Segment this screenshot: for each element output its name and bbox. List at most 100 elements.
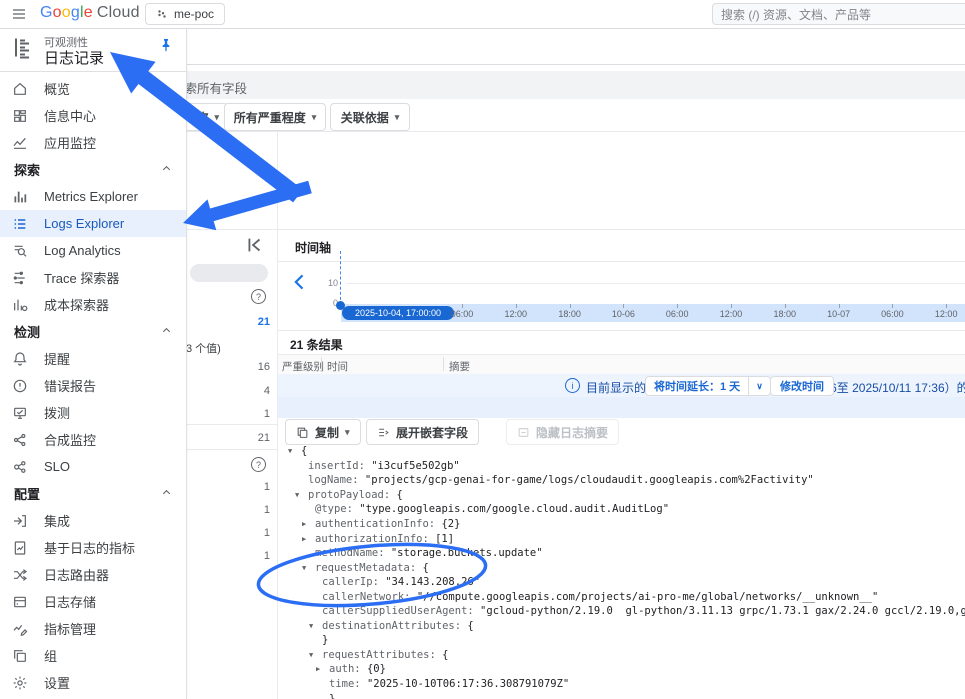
field-count[interactable]: 21 — [225, 432, 270, 444]
results-count: 21 条结果 — [290, 336, 343, 353]
menu-icon[interactable] — [10, 6, 28, 22]
field-count[interactable]: 21 — [225, 316, 270, 328]
collapse-panel-icon[interactable] — [243, 234, 265, 256]
hide-summary-icon — [517, 426, 530, 439]
global-search-input[interactable]: 搜索 (/) 资源、文档、产品等 — [712, 3, 965, 25]
json-line: } — [278, 633, 965, 648]
tick-mark — [516, 304, 517, 308]
sidebar-item-错误报告[interactable]: 错误报告 — [0, 372, 186, 399]
sidebar-item-log-analytics[interactable]: Log Analytics — [0, 237, 186, 264]
field-count[interactable]: 1 — [225, 504, 270, 516]
sidebar-item-logs-explorer[interactable]: Logs Explorer — [0, 210, 186, 237]
field-count[interactable]: 1 — [225, 527, 270, 539]
help-icon[interactable]: ? — [251, 457, 266, 472]
json-line: logName: "projects/gcp-genai-for-game/lo… — [278, 473, 965, 488]
field-count[interactable]: 1 — [225, 481, 270, 493]
json-toggle-icon[interactable]: ▼ — [288, 447, 301, 455]
timeline-title: 时间轴 — [295, 239, 331, 256]
json-key: @type: — [315, 503, 359, 515]
timeline-y-tick: 10 — [322, 278, 338, 288]
correlate-filter-button[interactable]: 关联依据 ▾ — [330, 103, 410, 131]
chevron-down-icon[interactable]: ∨ — [749, 381, 770, 392]
json-line: ▼{ — [278, 444, 965, 459]
json-brace: } — [329, 693, 335, 699]
json-toggle-icon[interactable]: ▼ — [302, 564, 315, 572]
json-line: insertId: "i3cuf5e502gb" — [278, 459, 965, 474]
timeline-x-tick: 10-07 — [819, 309, 859, 319]
sidebar-item-label: 设置 — [44, 673, 70, 692]
divider — [278, 261, 965, 262]
sidebar-item-应用监控[interactable]: 应用监控 — [0, 129, 186, 156]
log-analytics-icon — [12, 243, 28, 259]
pin-icon[interactable] — [158, 37, 174, 58]
project-selector[interactable]: me-poc — [145, 3, 225, 25]
timeline-x-tick: 18:00 — [550, 309, 590, 319]
sidebar-item-成本探索器[interactable]: 成本探索器 — [0, 291, 186, 318]
divider — [186, 424, 277, 425]
timeline-x-tick: 06:00 — [872, 309, 912, 319]
field-count[interactable]: 16 — [225, 361, 270, 373]
hide-log-summary-button: 隐藏日志摘要 — [506, 419, 619, 445]
results-table-header: 严重级别 时间 摘要 — [278, 354, 965, 375]
json-value: [1] — [435, 533, 454, 545]
timeline-back-icon[interactable] — [290, 272, 310, 292]
field-count[interactable]: 1 — [225, 408, 270, 420]
json-line: ▼requestAttributes: { — [278, 648, 965, 663]
tick-mark — [462, 304, 463, 308]
field-count[interactable]: 4 — [225, 385, 270, 397]
sidebar-item-metrics-explorer[interactable]: Metrics Explorer — [0, 183, 186, 210]
tick-mark — [623, 304, 624, 308]
json-toggle-icon[interactable]: ▼ — [309, 651, 322, 659]
json-value: "i3cuf5e502gb" — [371, 460, 460, 472]
sidebar-section-探索[interactable]: 探索 — [0, 156, 186, 183]
sidebar-item-日志路由器[interactable]: 日志路由器 — [0, 561, 186, 588]
copy-button[interactable]: 复制 ▾ — [285, 419, 361, 445]
json-key: authenticationInfo: — [315, 518, 441, 530]
sidebar-item-设置[interactable]: 设置 — [0, 669, 186, 696]
sidebar-item-指标管理[interactable]: 指标管理 — [0, 615, 186, 642]
json-toggle-icon[interactable]: ▶ — [316, 665, 329, 673]
json-toggle-icon[interactable]: ▶ — [302, 520, 315, 528]
log-entry-row[interactable] — [278, 397, 965, 418]
synthetic-monitoring-icon — [12, 432, 28, 448]
chevron-up-icon — [161, 486, 172, 501]
json-toggle-icon[interactable]: ▶ — [302, 535, 315, 543]
json-toggle-icon[interactable]: ▼ — [295, 491, 308, 499]
sidebar-item-提醒[interactable]: 提醒 — [0, 345, 186, 372]
sidebar-item-基于日志的指标[interactable]: 基于日志的指标 — [0, 534, 186, 561]
modify-time-button[interactable]: 修改时间 — [770, 376, 834, 396]
sidebar-header: 可观测性 日志记录 — [0, 28, 186, 72]
sidebar-item-日志存储[interactable]: 日志存储 — [0, 588, 186, 615]
divider — [186, 229, 965, 230]
sidebar-item-概览[interactable]: 概览 — [0, 75, 186, 102]
sidebar-item-拨测[interactable]: 拨测 — [0, 399, 186, 426]
divider — [278, 330, 965, 331]
google-cloud-logo[interactable]: GoogleCloud — [40, 4, 140, 22]
help-icon[interactable]: ? — [251, 289, 266, 304]
sidebar-item-trace-探索器[interactable]: Trace 探索器 — [0, 264, 186, 291]
sidebar-section-配置[interactable]: 配置 — [0, 480, 186, 507]
json-key: callerIp: — [322, 576, 385, 588]
sidebar-item-集成[interactable]: 集成 — [0, 507, 186, 534]
json-line: callerSuppliedUserAgent: "gcloud-python/… — [278, 604, 965, 619]
extend-time-button[interactable]: 将时间延长：1 天 ∨ — [645, 376, 771, 396]
json-payload-viewer[interactable]: ▼{insertId: "i3cuf5e502gb"logName: "proj… — [278, 444, 965, 699]
sidebar-section-检测[interactable]: 检测 — [0, 318, 186, 345]
sidebar-item-信息中心[interactable]: 信息中心 — [0, 102, 186, 129]
expand-nested-fields-button[interactable]: 展开嵌套字段 — [366, 419, 479, 445]
json-key: methodName: — [315, 547, 391, 559]
json-key: logName: — [308, 474, 365, 486]
field-count[interactable]: 1 — [225, 550, 270, 562]
tick-mark — [570, 304, 571, 308]
json-toggle-icon[interactable]: ▼ — [309, 622, 322, 630]
metrics-management-icon — [12, 621, 28, 637]
sidebar-item-slo[interactable]: SLO — [0, 453, 186, 480]
severity-filter-button[interactable]: 所有严重程度 ▾ — [224, 103, 326, 131]
sidebar-item-合成监控[interactable]: 合成监控 — [0, 426, 186, 453]
tick-mark — [785, 304, 786, 308]
sidebar-item-组[interactable]: 组 — [0, 642, 186, 669]
timeline-x-tick: 12:00 — [496, 309, 536, 319]
sidebar-item-label: 提醒 — [44, 349, 70, 368]
divider — [186, 449, 277, 450]
sidebar-item-label: 成本探索器 — [44, 295, 109, 314]
